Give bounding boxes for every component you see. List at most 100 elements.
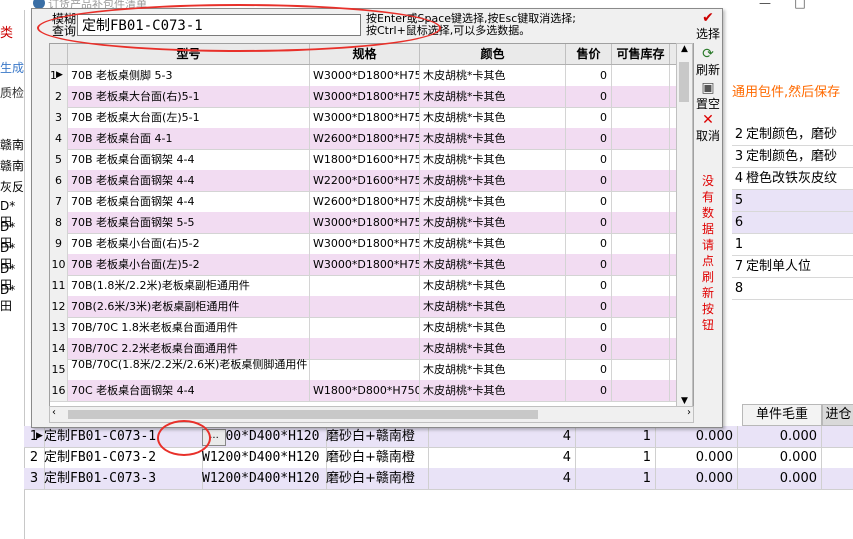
cell-qty[interactable]: 4 (428, 426, 576, 447)
list-item[interactable]: 13 70B/70C 1.8米老板桌台面通用件 木皮胡桃*卡其色 0 (50, 317, 693, 339)
row-number[interactable]: 12 (50, 296, 68, 317)
list-item[interactable]: 14 70B/70C 2.2米老板桌台面通用件 木皮胡桃*卡其色 0 (50, 338, 693, 360)
scroll-down-arrow[interactable]: ▼ (677, 396, 692, 406)
cell-color[interactable]: 磨砂白+赣南橙 (326, 426, 429, 447)
maximize-button[interactable]: □ (790, 0, 810, 10)
row-number[interactable]: 5 (50, 149, 68, 170)
list-item[interactable]: 8 70B 老板桌台面钢架 5-5 W3000*D1800*H750 木皮胡桃*卡其色… (50, 212, 693, 234)
row-number[interactable]: 13 (50, 317, 68, 338)
cell-count[interactable]: 1 (576, 468, 656, 489)
cell-spec: W2600*D1800*H750 (310, 128, 420, 149)
list-item[interactable]: 10 70B 老板桌小台面(左)5-2 W3000*D1800*H750 木皮胡桃*卡… (50, 254, 693, 276)
scroll-thumb[interactable] (679, 62, 689, 102)
refresh-button[interactable]: ⟳ 刷新 (694, 47, 722, 78)
cell-weight[interactable]: 0.000 (656, 468, 738, 489)
clear-button[interactable]: ▣ 置空 (694, 81, 722, 112)
cell-count[interactable]: 1 (576, 426, 656, 447)
list-item[interactable]: 1 70B 老板桌侧脚 5-3 W3000*D1800*H750 木皮胡桃*卡其色 0 ▶ (50, 65, 693, 87)
cancel-button[interactable]: ✕ 取消 (694, 113, 722, 144)
cell-weight-2[interactable]: 0.000 (738, 468, 822, 489)
lookup-input[interactable]: 定制FB01-C073-1 (77, 14, 361, 36)
row-number[interactable]: 10 (50, 254, 68, 275)
row-number[interactable]: 6 (50, 170, 68, 191)
list-item[interactable]: 4 70B 老板桌台面 4-1 W2600*D1800*H750 木皮胡桃*卡其色 0 (50, 128, 693, 150)
cell-weight-2[interactable]: 0.000 (738, 426, 822, 447)
cell-model: 70B/70C 1.8米老板桌台面通用件 (68, 317, 310, 338)
column-header-inbound[interactable]: 进仓 (822, 404, 853, 426)
cell-spec[interactable]: W1200*D400*H120 (202, 468, 327, 489)
row-number[interactable]: 11 (50, 275, 68, 296)
list-item[interactable]: 9 70B 老板桌小台面(右)5-2 W3000*D1800*H750 木皮胡桃*卡其… (50, 233, 693, 255)
cell-color: 木皮胡桃*卡其色 (420, 233, 566, 254)
select-button[interactable]: ✔ 选择 (694, 11, 722, 42)
list-item[interactable]: 16 70C 老板桌台面钢架 4-4 W1800*D800*H750 木皮胡桃*卡其色… (50, 380, 693, 402)
list-item[interactable]: 3 70B 老板桌大台面(左)5-1 W3000*D1800*H750 木皮胡桃*卡其… (50, 107, 693, 129)
lookup-vertical-scrollbar[interactable]: ▲ ▼ (676, 43, 693, 407)
no-data-notice: 没有数据请点刷新按钮 (701, 174, 714, 332)
cell-spec: W2600*D1800*H750 (310, 191, 420, 212)
row-number[interactable]: 3 (24, 468, 45, 489)
cell-weight-2[interactable]: 0.000 (738, 447, 822, 468)
left-tab-qc[interactable]: 质检 (0, 84, 24, 101)
list-item[interactable]: 6 70B 老板桌台面钢架 4-4 W2200*D1600*H750 木皮胡桃*卡其色… (50, 170, 693, 192)
list-item[interactable]: 12 70B(2.6米/3米)老板桌副柜通用件 木皮胡桃*卡其色 0 (50, 296, 693, 318)
row-number[interactable]: 2 (50, 86, 68, 107)
cell-spec: W3000*D1800*H750 (310, 107, 420, 128)
list-item[interactable]: 5 70B 老板桌台面钢架 4-4 W1800*D1600*H750 木皮胡桃*卡其色… (50, 149, 693, 171)
row-number[interactable]: 14 (50, 338, 68, 359)
cell-model: 70B(1.8米/2.2米)老板桌副柜通用件 (68, 275, 310, 296)
cell-color[interactable]: 磨砂白+赣南橙 (326, 447, 429, 468)
header-model[interactable]: 型号 (68, 44, 310, 64)
scroll-thumb[interactable] (68, 410, 538, 419)
refresh-label: 刷新 (695, 63, 720, 77)
background-right-row: 4 橙色改铁灰皮纹 (732, 168, 853, 190)
table-row[interactable]: 1 定制FB01-C073-1 W1200*D400*H120 磨砂白+赣南橙 4 1 0.… (24, 426, 853, 448)
table-row[interactable]: 2 定制FB01-C073-2 W1200*D400*H120 磨砂白+赣南橙 4 1 0.… (24, 447, 853, 469)
cell-model[interactable]: 定制FB01-C073-3 (44, 468, 203, 489)
list-item[interactable]: 7 70B 老板桌台面钢架 4-4 W2600*D1800*H750 木皮胡桃*卡其色… (50, 191, 693, 213)
ellipsis-button[interactable]: ... (202, 429, 226, 446)
header-color[interactable]: 颜色 (420, 44, 566, 64)
row-number[interactable]: 4 (50, 128, 68, 149)
row-number: 1 (734, 237, 744, 252)
cell-stock (612, 107, 670, 128)
row-number[interactable]: 2 (24, 447, 45, 468)
cell-qty[interactable]: 4 (428, 447, 576, 468)
cell-price: 0 (566, 359, 612, 380)
list-item[interactable]: 2 70B 老板桌大台面(右)5-1 W3000*D1800*H750 木皮胡桃*卡其… (50, 86, 693, 108)
row-number[interactable]: 16 (50, 380, 68, 401)
cell-count[interactable]: 1 (576, 447, 656, 468)
cell-color: 木皮胡桃*卡其色 (420, 170, 566, 191)
background-right-row: 7 定制单人位 (732, 256, 853, 278)
header-price[interactable]: 售价 (566, 44, 612, 64)
cell-weight[interactable]: 0.000 (656, 426, 738, 447)
list-item[interactable]: 15 70B/70C(1.8米/2.2米/2.6米)老板桌侧脚通用件 木皮胡桃*卡其… (50, 359, 693, 381)
scroll-left-arrow[interactable]: ‹ (52, 407, 56, 418)
cell-model[interactable]: 定制FB01-C073-2 (44, 447, 203, 468)
cell-color: 木皮胡桃*卡其色 (420, 107, 566, 128)
cell-color[interactable]: 磨砂白+赣南橙 (326, 468, 429, 489)
row-number[interactable]: 15 (50, 359, 68, 380)
scroll-right-arrow[interactable]: › (687, 407, 691, 418)
column-header-unit-weight[interactable]: 单件毛重 (742, 404, 822, 426)
scroll-up-arrow[interactable]: ▲ (677, 44, 692, 54)
cell-spec (310, 296, 420, 317)
row-number[interactable]: 8 (50, 212, 68, 233)
cell-price: 0 (566, 128, 612, 149)
cell-qty[interactable]: 4 (428, 468, 576, 489)
cell-spec[interactable]: W1200*D400*H120 (202, 447, 327, 468)
cell-model[interactable]: 定制FB01-C073-1 (44, 426, 203, 447)
cell-color: 木皮胡桃*卡其色 (420, 212, 566, 233)
row-number[interactable]: 7 (50, 191, 68, 212)
row-number[interactable]: 9 (50, 233, 68, 254)
row-number[interactable]: 3 (50, 107, 68, 128)
minimize-button[interactable]: — (755, 0, 775, 10)
list-item[interactable]: 11 70B(1.8米/2.2米)老板桌副柜通用件 木皮胡桃*卡其色 0 (50, 275, 693, 297)
left-label-generate[interactable]: 生成 (0, 59, 24, 76)
header-stock[interactable]: 可售库存 (612, 44, 670, 64)
table-row[interactable]: 3 定制FB01-C073-3 W1200*D400*H120 磨砂白+赣南橙 4 1 0.… (24, 468, 853, 490)
cell-color: 木皮胡桃*卡其色 (420, 191, 566, 212)
cell-weight[interactable]: 0.000 (656, 447, 738, 468)
header-spec[interactable]: 规格 (310, 44, 420, 64)
lookup-horizontal-scrollbar[interactable]: ‹ › (49, 406, 694, 423)
